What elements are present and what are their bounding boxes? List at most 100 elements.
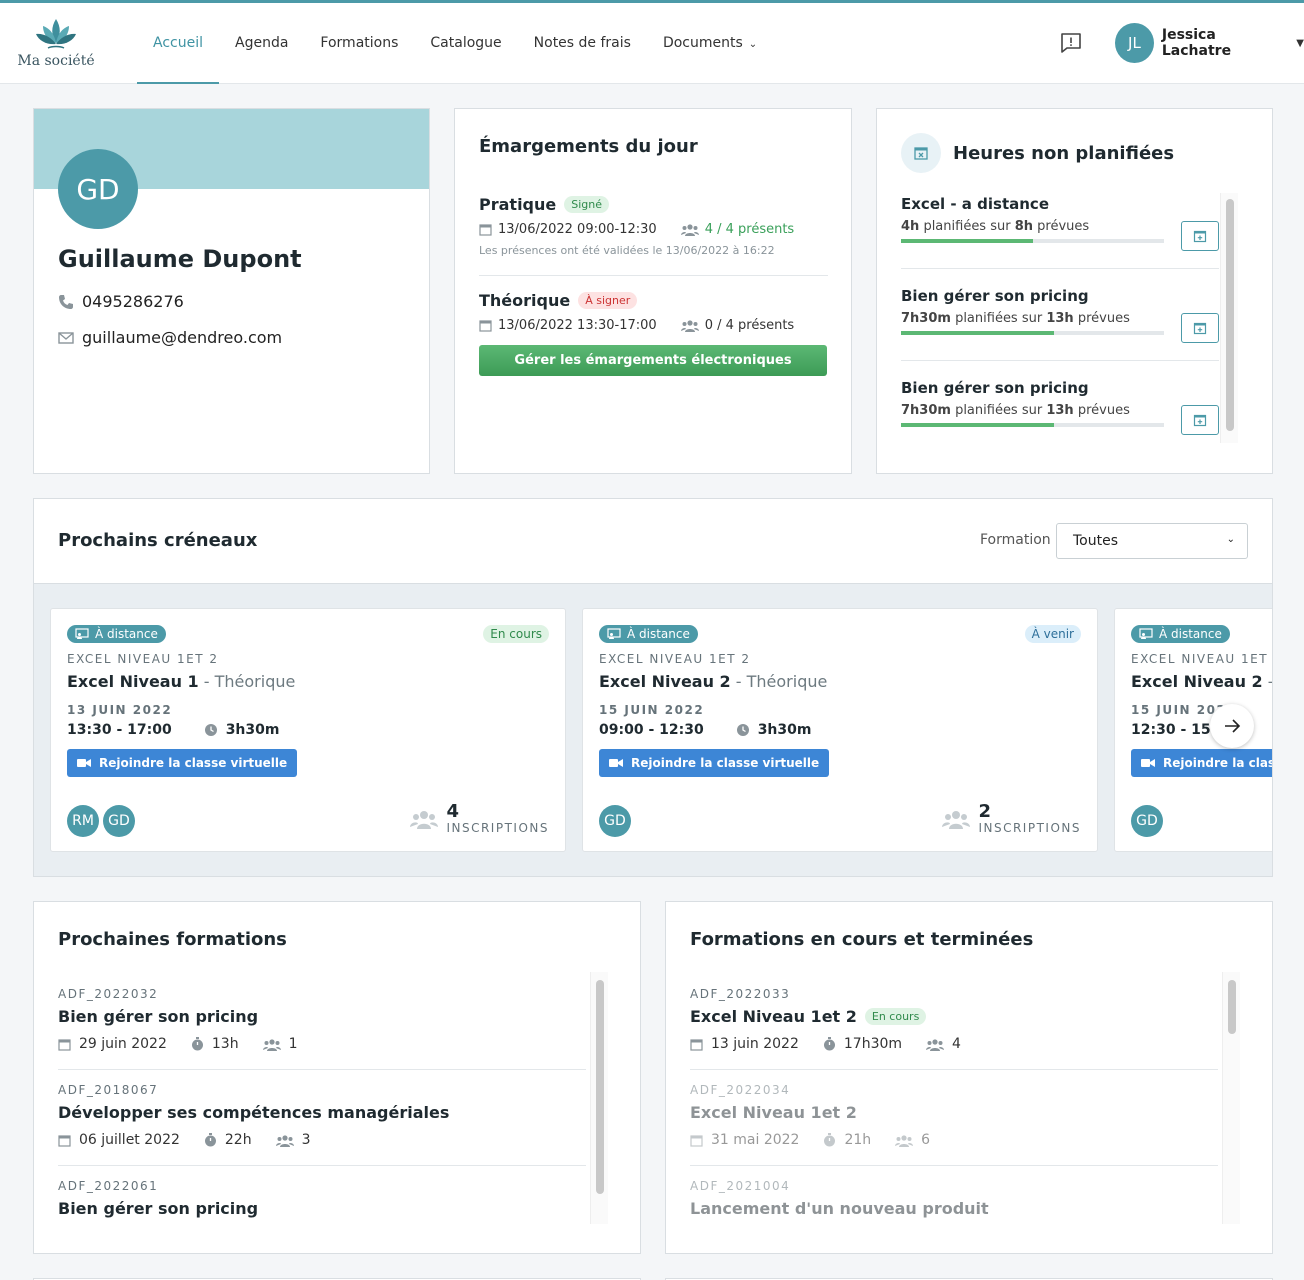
profile-name: Guillaume Dupont (58, 245, 302, 273)
plan-calendar-button[interactable] (1181, 405, 1219, 435)
status-badge: En cours (864, 1008, 927, 1025)
nav-agenda[interactable]: Agenda (219, 3, 304, 84)
slot-time: 09:00 - 12:30 (599, 722, 704, 738)
divider (58, 1069, 586, 1070)
join-virtual-class-button[interactable]: Rejoindre la classe virtuelle (1131, 749, 1272, 777)
calendar-icon (58, 1134, 71, 1147)
nav-catalogue[interactable]: Catalogue (414, 3, 517, 84)
divider (690, 1165, 1218, 1166)
nav-formations[interactable]: Formations (304, 3, 414, 84)
users-icon (926, 1038, 945, 1051)
chevron-down-icon: ⌄ (748, 39, 758, 50)
formation-date: 29 juin 2022 (79, 1036, 167, 1052)
remote-teaching-icon (75, 628, 89, 639)
formation-item[interactable]: ADF_2022032 Bien gérer son pricing 29 ju… (58, 987, 586, 1052)
profile-email[interactable]: guillaume@dendreo.com (82, 328, 282, 347)
clock-icon (204, 724, 217, 736)
calendar-plus-icon (1193, 414, 1207, 427)
status-badge: En cours (483, 625, 549, 643)
remote-label: À distance (95, 627, 158, 641)
nav-documents[interactable]: Documents ⌄ (647, 3, 773, 84)
heures-item-title: Excel - a distance (901, 195, 1049, 213)
emargement-name: Pratique (479, 195, 557, 214)
formation-item[interactable]: ADF_2022034 Excel Niveau 1et 2 31 mai 20… (690, 1083, 1218, 1148)
formations-en-cours-card: Formations en cours et terminées ADF_202… (665, 901, 1273, 1254)
formation-code: ADF_2022061 (58, 1179, 159, 1193)
slot-type: - Théorique (730, 672, 828, 691)
slot-type: - Théorique (1263, 672, 1272, 691)
divider (901, 268, 1219, 269)
remote-teaching-icon (1139, 628, 1153, 639)
divider (58, 1165, 586, 1166)
planned-label: planifiées sur (950, 403, 1047, 418)
formation-code: ADF_2022032 (58, 987, 159, 1001)
formation-item[interactable]: ADF_2018067 Développer ses compétences m… (58, 1083, 586, 1148)
participant-avatar: RM (67, 805, 99, 837)
calendar-icon (58, 1038, 71, 1051)
inscriptions: 2 INSCRIPTIONS (942, 803, 1081, 835)
prochaines-title: Prochaines formations (58, 929, 287, 950)
total-label: prévues (1033, 219, 1090, 234)
arrow-right-icon (1225, 719, 1241, 733)
status-badge: À venir (1024, 625, 1081, 643)
formation-date: 31 mai 2022 (711, 1132, 800, 1148)
formation-item[interactable]: ADF_2021004 Lancement d'un nouveau produ… (690, 1179, 1218, 1218)
slot-time-row: 09:00 - 12:30 3h30m (599, 722, 811, 738)
scrollbar-thumb[interactable] (596, 980, 604, 1194)
emargements-card: Émargements du jour Pratique Signé 13/06/… (454, 108, 852, 474)
manage-emargements-button[interactable]: Gérer les émargements électroniques (479, 345, 827, 376)
profile-phone[interactable]: 0495286276 (82, 292, 184, 311)
company-name: Ma société (17, 53, 95, 69)
nav-accueil[interactable]: Accueil (137, 3, 219, 84)
total-label: prévues (1073, 403, 1130, 418)
planned-hours: 7h30m (901, 403, 951, 418)
formation-code: ADF_2021004 (690, 1179, 791, 1193)
lotus-logo-icon (36, 19, 76, 49)
presents-count: 4 / 4 présents (704, 222, 795, 237)
total-hours: 8h (1014, 219, 1034, 234)
prochaines-scrollbar[interactable] (590, 972, 608, 1224)
progress-bar (901, 423, 1164, 427)
remote-label: À distance (1159, 627, 1222, 641)
scrollbar-thumb[interactable] (1226, 199, 1234, 431)
company-logo[interactable]: Ma société (14, 17, 98, 69)
planned-hours: 7h30m (901, 311, 951, 326)
join-virtual-class-button[interactable]: Rejoindre la classe virtuelle (599, 749, 830, 777)
remote-teaching-icon (607, 628, 621, 639)
encours-scrollbar[interactable] (1222, 972, 1240, 1224)
heures-scrollbar[interactable] (1220, 193, 1238, 443)
heures-item-title: Bien gérer son pricing (901, 379, 1089, 397)
plan-calendar-button[interactable] (1181, 221, 1219, 251)
encours-title: Formations en cours et terminées (690, 929, 1034, 950)
slot-card[interactable]: À distance À venir EXCEL NIVEAU 1ET 2 Ex… (582, 608, 1098, 852)
formation-participants: 3 (301, 1132, 311, 1148)
inscriptions-count: 4 (446, 801, 459, 822)
progress-fill (901, 423, 1054, 427)
scrollbar-thumb[interactable] (1228, 980, 1236, 1034)
formation-duration: 17h30m (843, 1036, 903, 1052)
formation-participants: 1 (288, 1036, 298, 1052)
heures-item: Bien gérer son pricing 7h30m planifiées … (901, 287, 1219, 343)
plan-calendar-button[interactable] (1181, 313, 1219, 343)
formation-duration: 22h (224, 1132, 252, 1148)
remote-chip: À distance (599, 625, 698, 643)
slot-card[interactable]: À distance En cours EXCEL NIVEAU 1ET 2 E… (50, 608, 566, 852)
user-menu[interactable]: JL Jessica Lachatre ▼ (1115, 23, 1304, 63)
join-virtual-class-button[interactable]: Rejoindre la classe virtuelle (67, 749, 298, 777)
formation-participants: 6 (921, 1132, 931, 1148)
envelope-icon (58, 331, 74, 344)
nav-notes-de-frais[interactable]: Notes de frais (518, 3, 647, 84)
slot-time: 13:30 - 17:00 (67, 722, 172, 738)
video-camera-icon (609, 759, 623, 767)
carousel-next-button[interactable] (1210, 704, 1254, 748)
emargement-date: 13/06/2022 09:00-12:30 (498, 222, 657, 237)
calendar-x-icon (901, 133, 941, 173)
status-badge: Signé (564, 196, 610, 213)
prochaines-formations-card: Prochaines formations ADF_2022032 Bien g… (33, 901, 641, 1254)
emargement-pratique: Pratique Signé 13/06/2022 09:00-12:30 4 /… (479, 195, 794, 257)
formation-filter-select[interactable]: Toutes ⌄ (1056, 523, 1248, 559)
formation-title: Bien gérer son pricing (58, 1007, 259, 1026)
feedback-message-icon[interactable] (1059, 31, 1083, 55)
formation-item[interactable]: ADF_2022061 Bien gérer son pricing (58, 1179, 586, 1218)
formation-item[interactable]: ADF_2022033 Excel Niveau 1et 2 En cours 1… (690, 987, 1218, 1052)
